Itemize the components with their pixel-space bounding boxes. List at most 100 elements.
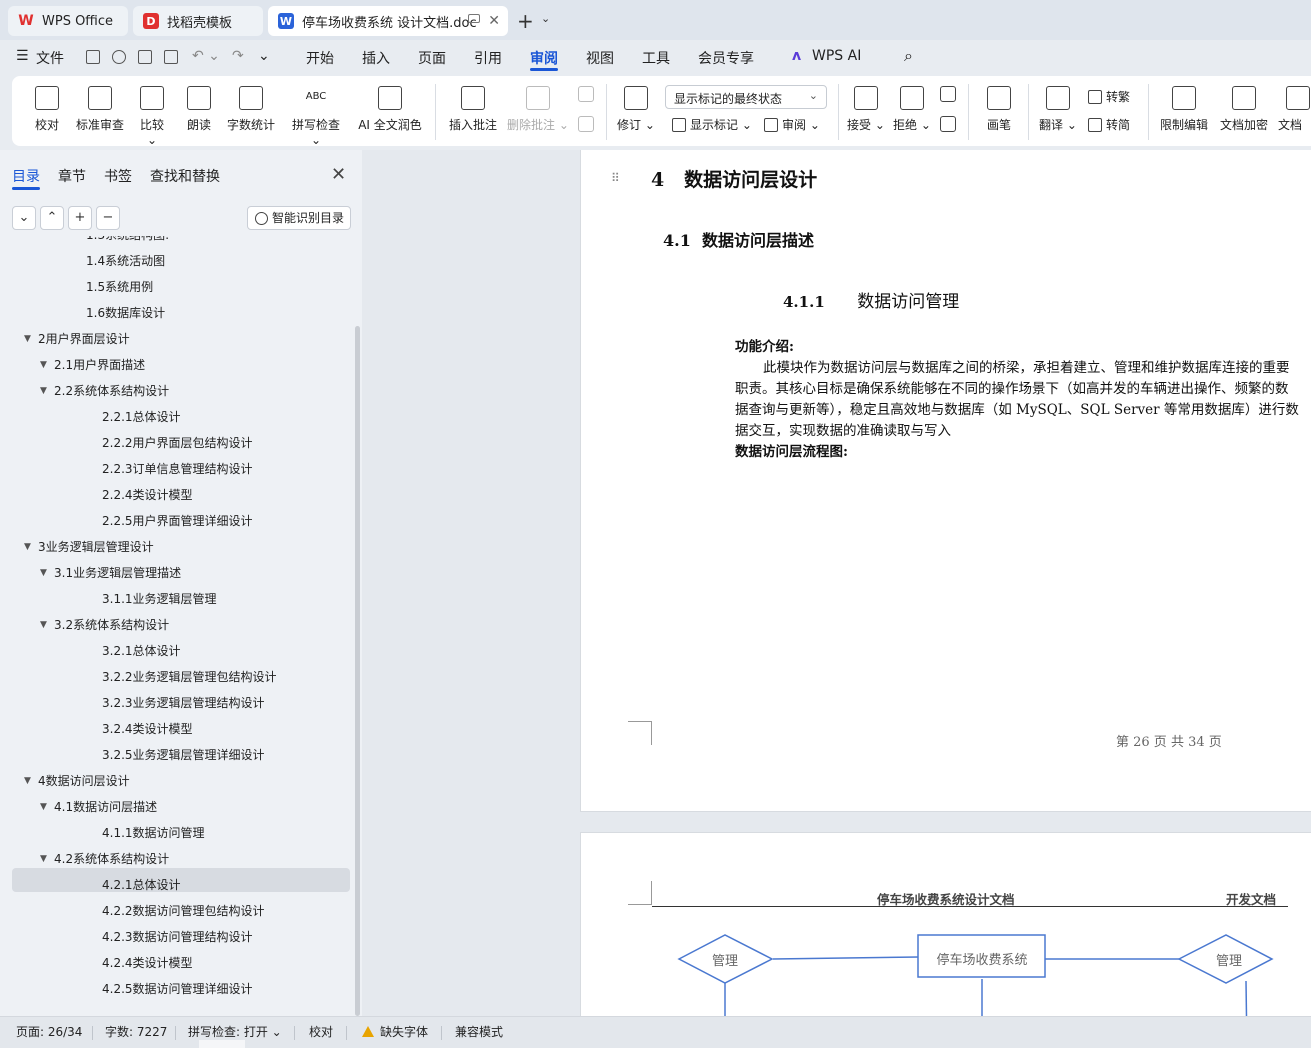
- collapse-triangle-icon[interactable]: ▼: [40, 352, 47, 378]
- body-line[interactable]: 据查询与更新等），稳定且高效地与数据库（如 MySQL、SQL Server 等…: [735, 400, 1299, 421]
- share-icon[interactable]: [112, 50, 126, 64]
- collapse-triangle-icon[interactable]: ▼: [40, 794, 47, 820]
- tab-toc[interactable]: 目录: [12, 166, 40, 186]
- translate-button[interactable]: 翻译 ⌄: [1038, 86, 1078, 133]
- close-icon[interactable]: ✕: [488, 13, 500, 29]
- intro-label[interactable]: 功能介绍:: [735, 337, 794, 358]
- toc-item[interactable]: 4.1.1数据访问管理: [0, 820, 350, 846]
- menu-page[interactable]: 页面: [418, 48, 446, 68]
- toc-item[interactable]: 4.2.2数据访问管理包结构设计: [0, 898, 350, 924]
- collapse-up-button[interactable]: ⌃: [40, 206, 64, 230]
- ai-polish-button[interactable]: AI 全文润色: [356, 86, 424, 133]
- menu-member[interactable]: 会员专享: [698, 48, 754, 68]
- status-word-count[interactable]: 字数: 7227: [105, 1023, 167, 1040]
- next-comment-button[interactable]: [576, 116, 596, 138]
- toc-item[interactable]: 2.2.5用户界面管理详细设计: [0, 508, 350, 534]
- toc-item[interactable]: 1.4系统活动图: [0, 248, 350, 274]
- doc-more-button[interactable]: 文档: [1278, 86, 1311, 133]
- menu-wps-ai[interactable]: WPS AI: [812, 48, 861, 64]
- to-traditional-button[interactable]: 转繁: [1088, 88, 1130, 105]
- read-aloud-button[interactable]: 朗读: [184, 86, 214, 133]
- collapse-triangle-icon[interactable]: ▼: [40, 378, 47, 404]
- expand-down-button[interactable]: ⌄: [12, 206, 36, 230]
- toc-item[interactable]: ▼ 3.2系统体系结构设计: [0, 612, 350, 638]
- tab-docer-templates[interactable]: D 找稻壳模板: [133, 6, 263, 36]
- menu-tools[interactable]: 工具: [642, 48, 670, 68]
- tab-sections[interactable]: 章节: [58, 166, 86, 186]
- toc-item[interactable]: ▼ 4.2系统体系结构设计: [0, 846, 350, 872]
- prev-revision-button[interactable]: [938, 86, 958, 108]
- toc-item[interactable]: 2.2.3订单信息管理结构设计: [0, 456, 350, 482]
- proofread-button[interactable]: 校对: [32, 86, 62, 133]
- chevron-down-icon[interactable]: ⌄: [541, 12, 550, 25]
- insert-comment-button[interactable]: 插入批注: [448, 86, 498, 133]
- review-pane-button[interactable]: 审阅 ⌄: [764, 116, 820, 133]
- quick-access-more-icon[interactable]: ⌄: [258, 48, 270, 64]
- markup-state-select[interactable]: 显示标记的最终状态 ⌄: [665, 85, 827, 109]
- toc-item[interactable]: 4.2.3数据访问管理结构设计: [0, 924, 350, 950]
- close-icon[interactable]: ✕: [331, 164, 346, 185]
- toc-item[interactable]: 3.2.3业务逻辑层管理结构设计: [0, 690, 350, 716]
- body-line[interactable]: 此模块作为数据访问层与数据库之间的桥梁，承担着建立、管理和维护数据库连接的重要: [763, 358, 1290, 379]
- show-markup-button[interactable]: 显示标记 ⌄: [672, 116, 752, 133]
- accept-button[interactable]: 接受 ⌄: [846, 86, 886, 133]
- smart-toc-button[interactable]: 智能识别目录: [247, 206, 351, 230]
- toc-item[interactable]: ▼ 2.2系统体系结构设计: [0, 378, 350, 404]
- toc-item[interactable]: 4.2.4类设计模型: [0, 950, 350, 976]
- toc-item[interactable]: ▼ 3业务逻辑层管理设计: [0, 534, 350, 560]
- encrypt-button[interactable]: 文档加密: [1218, 86, 1270, 133]
- toc-item[interactable]: 3.2.4类设计模型: [0, 716, 350, 742]
- toc-scrollbar[interactable]: [355, 326, 360, 1016]
- toc-item[interactable]: ▼ 2用户界面层设计: [0, 326, 350, 352]
- tab-wps-office[interactable]: W WPS Office: [8, 6, 128, 36]
- tab-find-replace[interactable]: 查找和替换: [150, 166, 220, 186]
- print-icon[interactable]: [138, 50, 152, 64]
- collapse-triangle-icon[interactable]: ▼: [24, 534, 31, 560]
- collapse-triangle-icon[interactable]: ▼: [40, 612, 47, 638]
- toc-item[interactable]: 2.2.2用户界面层包结构设计: [0, 430, 350, 456]
- toc-item[interactable]: ▼ 4.1数据访问层描述: [0, 794, 350, 820]
- add-heading-button[interactable]: +: [68, 206, 92, 230]
- save-icon[interactable]: [86, 50, 100, 64]
- standard-review-button[interactable]: 标准审查: [74, 86, 126, 133]
- menu-start[interactable]: 开始: [306, 48, 334, 68]
- collapse-triangle-icon[interactable]: ▼: [24, 768, 31, 794]
- toc-item[interactable]: 1.6数据库设计: [0, 300, 350, 326]
- menu-view[interactable]: 视图: [586, 48, 614, 68]
- compare-button[interactable]: 比较 ⌄: [134, 86, 170, 147]
- tab-bookmarks[interactable]: 书签: [104, 166, 132, 186]
- toc-item[interactable]: 3.1.1业务逻辑层管理: [0, 586, 350, 612]
- collapse-triangle-icon[interactable]: ▼: [24, 326, 31, 352]
- body-line[interactable]: 据交互，实现数据的准确读取与写入: [735, 421, 951, 442]
- toc-item[interactable]: 1.3系统结构图:: [0, 236, 350, 248]
- monitor-icon[interactable]: [468, 14, 480, 23]
- toc-item[interactable]: ▼ 3.1业务逻辑层管理描述: [0, 560, 350, 586]
- prev-comment-button[interactable]: [576, 86, 596, 108]
- status-missing-font[interactable]: 缺失字体: [362, 1023, 428, 1040]
- reject-button[interactable]: 拒绝 ⌄: [892, 86, 932, 133]
- menu-insert[interactable]: 插入: [362, 48, 390, 68]
- status-proofread[interactable]: 校对: [309, 1023, 333, 1040]
- search-icon[interactable]: ⌕: [904, 46, 913, 66]
- drag-handle-icon[interactable]: ⠿: [611, 172, 621, 189]
- toc-item[interactable]: 3.2.2业务逻辑层管理包结构设计: [0, 664, 350, 690]
- revise-button[interactable]: 修订 ⌄: [616, 86, 656, 133]
- tab-current-document[interactable]: W 停车场收费系统 设计文档.doc ✕: [268, 6, 508, 36]
- body-line[interactable]: 职责。其核心目标是确保系统能够在不同的操作场景下（如高并发的车辆进出操作、频繁的…: [735, 379, 1289, 400]
- delete-comment-button[interactable]: 删除批注 ⌄: [506, 86, 570, 133]
- menu-reference[interactable]: 引用: [474, 48, 502, 68]
- menu-file[interactable]: 文件: [36, 48, 64, 68]
- heading-3[interactable]: 4.1.1 数据访问管理: [783, 287, 959, 312]
- redo-icon[interactable]: ↷: [232, 48, 244, 64]
- toc-item[interactable]: 4.2.5数据访问管理详细设计: [0, 976, 350, 1002]
- next-revision-button[interactable]: [938, 116, 958, 138]
- flow-label[interactable]: 数据访问层流程图:: [735, 442, 848, 463]
- to-simplified-button[interactable]: 转简: [1088, 116, 1130, 133]
- toc-item[interactable]: 2.2.1总体设计: [0, 404, 350, 430]
- toc-item[interactable]: ▼ 2.1用户界面描述: [0, 352, 350, 378]
- menu-review[interactable]: 审阅: [530, 48, 558, 68]
- toc-item[interactable]: 3.2.5业务逻辑层管理详细设计: [0, 742, 350, 768]
- status-spell-check[interactable]: 拼写检查: 打开 ⌄: [188, 1023, 282, 1040]
- undo-icon[interactable]: ↶ ⌄: [192, 48, 220, 64]
- collapse-triangle-icon[interactable]: ▼: [40, 846, 47, 872]
